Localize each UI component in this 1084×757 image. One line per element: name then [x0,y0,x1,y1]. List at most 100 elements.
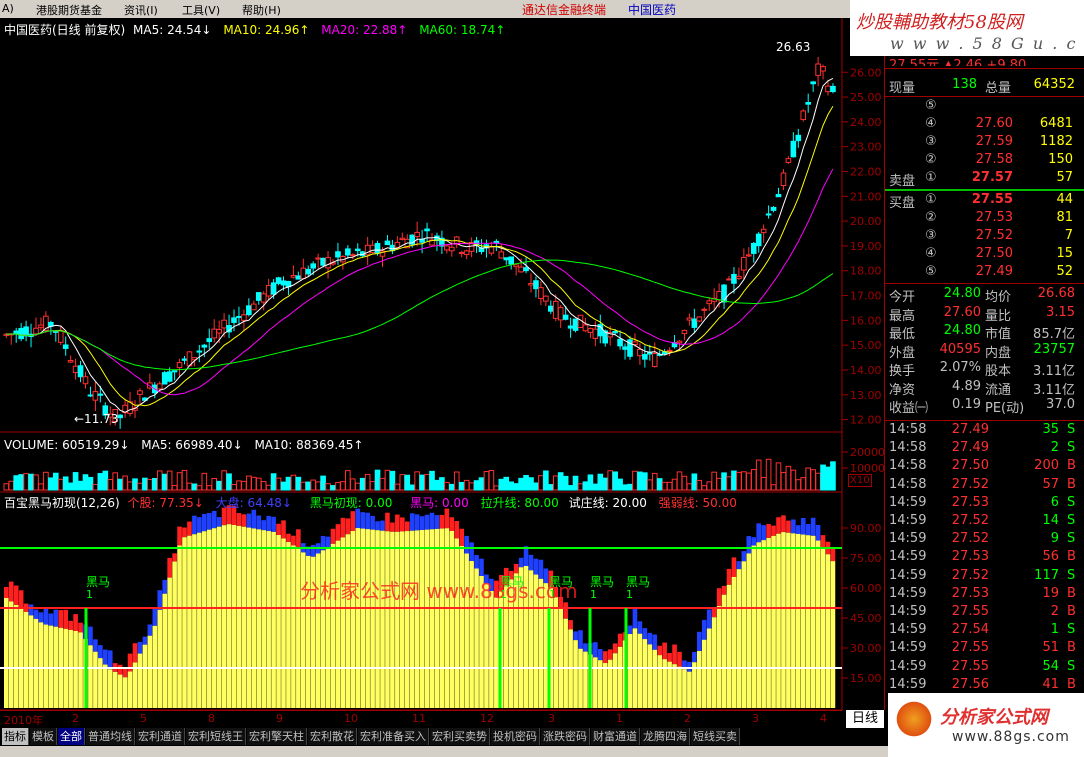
ind-cap-bar [578,630,583,649]
candle-body [310,263,316,269]
tab-0[interactable]: 指标 [2,728,29,745]
tick-side: S [1067,658,1076,674]
volume-bar [236,480,242,491]
volume-bar [780,471,787,491]
ind-tick-label: 30.00 [850,642,882,655]
volume-bar [632,470,638,491]
ind-cap-bar [830,548,836,562]
menu-item-news[interactable]: 资讯(I) [124,2,158,18]
candle-body [320,257,326,266]
candle-body [552,300,559,319]
chart-canvas[interactable]: 26.00 25.00 24.00 23.00 22.00 21.00 20.00 19.00… [0,18,884,710]
ind-yellow-bar [642,639,648,708]
volume-bar [117,478,123,491]
stat-value: 2.07% [939,360,981,375]
ind-yellow-bar [23,611,29,708]
candle-body [463,250,470,256]
ind-cap-bar [657,645,662,656]
candle-body [38,324,44,328]
volume-bar [216,480,222,491]
order-price: 27.57 [971,170,1013,185]
tick-volume: 41 [1042,676,1059,692]
menu-item-a[interactable]: A) [2,2,14,15]
ind-yellow-bar [617,646,623,708]
volume-bar [755,459,762,491]
ind-yellow-bar [692,662,697,708]
tab-9[interactable]: 宏利买卖势 [430,728,490,745]
volume-bar [671,478,678,491]
ind-cap-bar [800,518,806,535]
candle-body [572,318,579,331]
tick-time: 14:58 [889,422,927,437]
tab-6[interactable]: 宏利擎天柱 [247,728,307,745]
candle-body [18,328,24,340]
ind-cap-bar [147,624,153,636]
ind-cap-bar [211,510,217,529]
price-tick-label: 19.00 [850,240,882,253]
tab-3[interactable]: 普通均线 [86,728,135,745]
ind-cap-bar [781,515,786,533]
chart-area[interactable]: 26.00 25.00 24.00 23.00 22.00 21.00 20.00 19.00… [0,18,884,710]
ind-yellow-bar [370,529,375,708]
order-price: 27.50 [975,246,1013,261]
tab-2[interactable]: 全部 [58,728,85,745]
ind-cap-bar [434,515,440,529]
volume-bar [161,473,168,491]
buy-row: ⑤ 27.49 52 [885,264,1081,283]
tab-1[interactable]: 模板 [30,728,57,745]
menu-item-hk-futures[interactable]: 港股期货基金 [36,2,102,18]
volume-bar [241,480,247,491]
tab-14[interactable]: 短线买卖 [691,728,740,745]
ind-yellow-bar [13,604,19,708]
ind-cap-bar [652,634,658,650]
candle-body [587,328,594,333]
tab-12[interactable]: 财富通道 [591,728,640,745]
xianliang-value: 138 [952,77,977,92]
heima-signal-sub: 1 [590,588,597,601]
stat-row: 最低 24.80 市值 85.7亿 [885,323,1081,342]
volume-bar [132,478,138,491]
ind-cap-bar [419,516,425,530]
stat-row: 收益㈠ 0.19 PE(动) 37.0 [885,397,1081,416]
menu-item-tools[interactable]: 工具(V) [182,2,220,18]
candle-body [246,305,252,316]
tick-price: 27.52 [951,476,989,492]
volume-bar [676,471,683,491]
ind-cap-bar [340,517,346,538]
volume-bar [300,481,307,491]
candle-body [161,372,168,385]
volume-bar [523,475,529,491]
ind-yellow-bar [266,531,271,708]
indicator-panel: 90.0075.0060.0045.0030.0015.00黑马1黑马1黑马1黑… [0,505,882,708]
ind-cap-bar [380,520,385,531]
tab-10[interactable]: 投机密码 [491,728,540,745]
order-volume: 15 [1056,246,1073,261]
tick-time: 14:59 [889,567,927,583]
tab-4[interactable]: 宏利通道 [136,728,185,745]
tick-row: 14:58 27.49 35 S [885,422,1081,441]
ind-cap-bar [256,515,262,530]
period-label[interactable]: 日线 [846,710,884,728]
menu-item-help[interactable]: 帮助(H) [242,2,281,18]
tick-price: 27.52 [951,567,989,583]
ind-cap-bar [528,554,534,571]
volume-bar [404,474,411,491]
tick-price: 27.50 [951,458,989,474]
tick-row: 14:59 27.53 56 B [885,549,1081,568]
volume-bar [617,478,623,491]
tab-5[interactable]: 宏利短线王 [186,728,246,745]
volume-bar [290,474,297,491]
tab-7[interactable]: 宏利散花 [308,728,357,745]
volume-row: 现量 138 总量 64352 [885,77,1081,96]
volume-bar [3,483,10,491]
volume-bar [374,469,381,491]
ind-cap-bar [667,652,672,662]
tick-volume: 6 [1050,494,1059,510]
sell-row: ③ 27.59 1182 [885,134,1081,153]
tab-13[interactable]: 龙腾四海 [641,728,690,745]
volume-bar [483,471,490,491]
volume-bar [226,473,232,491]
tab-11[interactable]: 涨跌密码 [541,728,590,745]
tab-8[interactable]: 宏利准备买入 [358,728,429,745]
ind-cap-bar [583,643,588,652]
